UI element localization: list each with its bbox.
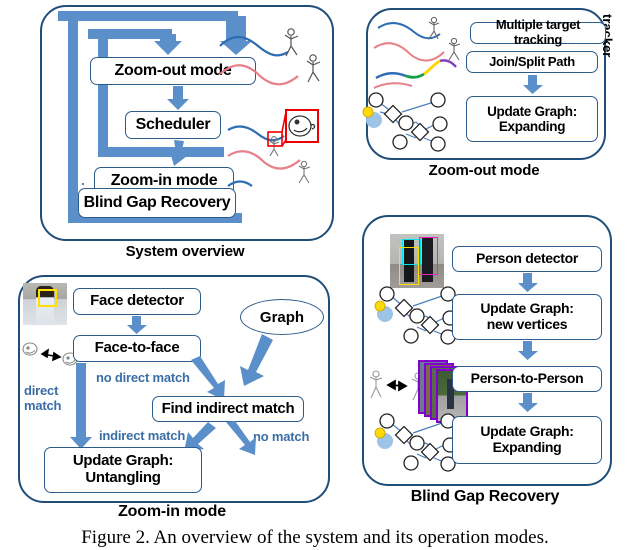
label-direct-match-line2: match (24, 397, 62, 413)
box-blind-gap-recovery[interactable] (82, 183, 84, 185)
arrow-facedetector-to-facetoface (127, 316, 147, 334)
system-overview-trajectory-art-top (219, 28, 321, 86)
photo-face-detection (23, 283, 67, 325)
box-update-graph-expanding-zoomout-line2: Expanding (498, 119, 566, 134)
box-update-graph-expanding-blindgap[interactable]: Update Graph: Expanding (452, 416, 602, 464)
box-scheduler-label: Scheduler (135, 116, 211, 134)
box-scheduler[interactable]: Scheduler (125, 111, 221, 139)
arrow-persontoperson-to-expanding (518, 393, 538, 412)
zoom-out-trajectory-art (373, 16, 461, 89)
caption-zoom-out-mode: Zoom-out mode (428, 162, 540, 179)
arrow-graph-to-find-indirect-match (240, 334, 273, 386)
box-face-detector-label: Face detector (90, 292, 184, 310)
box-person-detector-label: Person detector (475, 250, 579, 267)
ellipse-graph-label: Graph (259, 308, 305, 326)
arrow-direct-match (70, 363, 92, 449)
person-box-yellow-icon (399, 247, 419, 285)
arrow-newvertices-to-persontoperson (518, 341, 538, 360)
caption-system-overview: System overview (125, 243, 245, 260)
box-update-graph-expanding-zoomout-line1: Update Graph: (487, 103, 577, 119)
box-update-graph-new-vertices-line2: new vertices (486, 316, 568, 332)
box-update-graph-untangling[interactable]: Update Graph: Untangling (44, 447, 202, 493)
box-find-indirect-match[interactable]: Find indirect match (152, 396, 304, 422)
box-update-graph-new-vertices-line1: Update Graph: (480, 300, 574, 317)
arrow-joinsplit-to-updategraph (523, 75, 543, 94)
box-person-to-person[interactable]: Person-to-Person (452, 366, 602, 392)
box-update-graph-new-vertices[interactable]: Update Graph: new vertices (452, 294, 602, 340)
box-face-detector[interactable]: Face detector (73, 288, 201, 315)
photo-person-detection (390, 234, 444, 288)
figure-caption: Figure 2. An overview of the system and … (81, 527, 549, 548)
caption-blind-gap-recovery: Blind Gap Recovery (410, 488, 560, 505)
box-face-to-face[interactable]: Face-to-face (73, 335, 201, 362)
person-box-magenta-icon (419, 237, 438, 275)
arrow-no-match-down (226, 421, 256, 455)
label-direct-match: direct match (24, 383, 68, 413)
box-multiple-target-tracking[interactable]: Multiple target tracking (470, 18, 606, 47)
zoom-out-graph-art (362, 92, 448, 152)
box-face-to-face-label: Face-to-face (94, 339, 180, 357)
box-find-indirect-match-label: Find indirect match (161, 399, 295, 417)
box-join-split-path-label: Join/Split Path (489, 53, 575, 69)
ellipse-graph[interactable]: Graph (240, 299, 324, 335)
box-person-detector[interactable]: Person detector (452, 246, 602, 272)
box-join-split-path[interactable]: Join/Split Path (466, 51, 598, 73)
box-multiple-target-tracking-label: Multiple target tracking (495, 17, 581, 47)
box-update-graph-untangling-line1: Update Graph: (72, 452, 174, 470)
label-direct-match-line1: direct (24, 383, 59, 398)
arrow-zoomout-to-scheduler (167, 86, 189, 110)
caption-zoom-in-mode: Zoom-in mode (118, 503, 226, 520)
label-no-direct-match: no direct match (96, 370, 190, 385)
arrow-to-find-indirect-match (191, 356, 225, 400)
box-update-graph-untangling-line2: Untangling (85, 469, 161, 486)
label-no-match: no match (253, 429, 310, 444)
arrow-persondetector-to-newvertices (518, 273, 538, 292)
face-box-yellow-icon (38, 289, 57, 307)
box-blind-gap-recovery-label: Blind Gap Recovery (83, 194, 231, 212)
box-blind-gap-recovery-main[interactable]: Blind Gap Recovery (78, 188, 236, 218)
box-update-graph-expanding-blindgap-line2: Expanding (492, 439, 562, 455)
system-overview-magnifier-art (227, 109, 319, 187)
label-indirect-match: indirect match (99, 428, 186, 443)
box-person-to-person-label: Person-to-Person (470, 370, 584, 387)
box-update-graph-expanding-blindgap-line1: Update Graph: (480, 423, 574, 440)
arrow-scheduler-to-zoomin (170, 140, 187, 166)
box-update-graph-expanding-zoomout[interactable]: Update Graph: Expanding (466, 96, 598, 142)
box-zoom-out-mode-label: Zoom-out mode (114, 62, 232, 80)
